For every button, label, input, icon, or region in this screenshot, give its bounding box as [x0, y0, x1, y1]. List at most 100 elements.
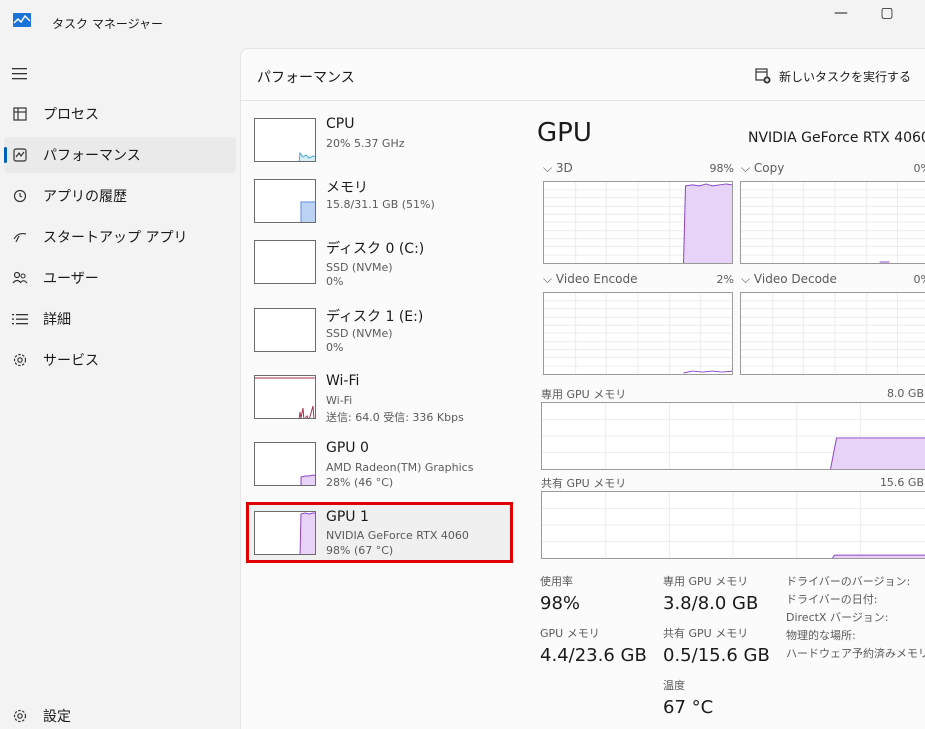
resource-item-gpu-0[interactable]: GPU 0 AMD Radeon(TM) Graphics 28% (46 °C… [246, 437, 512, 501]
disk-0-thumbnail-graph [254, 240, 316, 284]
gpu-model-name: NVIDIA GeForce RTX 4060 [748, 130, 925, 146]
page-title: パフォーマンス [257, 70, 355, 86]
gpu-0-thumbnail-graph [254, 442, 316, 486]
sidebar-item-label: パフォーマンス [43, 148, 141, 164]
resource-detail: AMD Radeon(TM) Graphics [326, 461, 474, 474]
directx-version-label: DirectX バージョン: [786, 611, 889, 624]
run-new-task-button[interactable]: 新しいタスクを実行する [755, 63, 911, 89]
sidebar-item-app-history[interactable]: アプリの履歴 [4, 178, 236, 214]
sidebar-item-performance[interactable]: パフォーマンス [4, 137, 236, 173]
resource-name: GPU 0 [326, 440, 369, 456]
physical-location-label: 物理的な場所: [786, 629, 856, 642]
settings-gear-icon [12, 708, 28, 724]
resource-item-memory[interactable]: メモリ 15.8/31.1 GB (51%) [246, 174, 512, 238]
sidebar-item-users[interactable]: ユーザー [4, 260, 236, 296]
maximize-icon: ▢ [880, 5, 894, 21]
startup-icon [12, 229, 28, 245]
engine-label: Video Decode [753, 272, 837, 286]
resource-detail: 送信: 64.0 受信: 336 Kbps [326, 411, 464, 424]
resource-name: Wi-Fi [326, 373, 360, 389]
sidebar-item-services[interactable]: サービス [4, 342, 236, 378]
resource-detail: 0% [326, 341, 344, 354]
page-header: パフォーマンス 新しいタスクを実行する · [241, 49, 925, 101]
dedicated-memory-value: 3.8/8.0 GB [663, 593, 759, 614]
resource-item-disk-1[interactable]: ディスク 1 (E:) SSD (NVMe) 0% [246, 303, 512, 367]
more-options-icon[interactable]: · [905, 65, 909, 81]
settings-label: 設定 [43, 709, 71, 725]
resource-detail: 0% [326, 275, 344, 288]
processes-icon [12, 106, 28, 122]
engine-3d-selector[interactable]: ⌵ 3D [543, 161, 573, 176]
sidebar-item-label: ユーザー [43, 271, 99, 287]
sidebar-item-label: スタートアップ アプリ [43, 230, 188, 246]
resource-item-cpu[interactable]: CPU 20% 5.37 GHz [246, 113, 512, 177]
resource-name: ディスク 0 (C:) [326, 241, 425, 257]
sidebar-item-settings[interactable]: 設定 [4, 698, 236, 729]
shared-memory-graph-label: 共有 GPU メモリ [541, 477, 627, 490]
wifi-thumbnail-graph [254, 375, 316, 419]
resource-name: メモリ [326, 180, 368, 196]
details-list-icon [12, 311, 28, 327]
minimize-icon: — [834, 5, 848, 21]
driver-version-label: ドライバーのバージョン: [786, 575, 911, 588]
resource-detail: SSD (NVMe) [326, 261, 393, 274]
title-bar: タスク マネージャー — ▢ [0, 0, 925, 46]
resource-item-wifi[interactable]: Wi-Fi Wi-Fi 送信: 64.0 受信: 336 Kbps [246, 370, 512, 434]
minimize-button[interactable]: — [818, 2, 864, 24]
engine-video-encode-graph [543, 292, 733, 375]
cpu-thumbnail-graph [254, 118, 316, 162]
engine-3d-graph [543, 181, 733, 264]
new-task-icon [755, 68, 771, 84]
sidebar-item-label: アプリの履歴 [43, 189, 127, 205]
driver-date-label: ドライバーの日付: [786, 593, 878, 606]
engine-label: Video Encode [555, 272, 638, 286]
performance-icon [12, 147, 28, 163]
usage-label: 使用率 [540, 575, 573, 588]
dedicated-memory-max: 8.0 GB [886, 387, 924, 400]
gpu-memory-label: GPU メモリ [540, 627, 600, 640]
users-icon [12, 270, 28, 286]
engine-percent: 2% [716, 273, 734, 286]
shared-memory-max: 15.6 GB [879, 476, 924, 489]
engine-copy-graph [740, 181, 925, 264]
dedicated-memory-graph [541, 402, 925, 470]
sidebar-item-processes[interactable]: プロセス [4, 96, 236, 132]
engine-label: Copy [753, 161, 785, 175]
resource-name: ディスク 1 (E:) [326, 309, 424, 325]
sidebar-item-startup-apps[interactable]: スタートアップ アプリ [4, 219, 236, 255]
task-manager-app-icon [13, 13, 31, 27]
engine-video-encode-selector[interactable]: ⌵ Video Encode [543, 272, 637, 287]
sidebar-item-details[interactable]: 詳細 [4, 301, 236, 337]
highlight-box [246, 502, 513, 563]
sidebar-item-label: プロセス [43, 107, 99, 123]
engine-label: 3D [555, 161, 573, 175]
resource-detail: 15.8/31.1 GB (51%) [326, 198, 435, 211]
engine-copy-selector[interactable]: ⌵ Copy [741, 161, 784, 176]
hardware-reserved-memory-label: ハードウェア予約済みメモリ: [786, 647, 925, 660]
window-title: タスク マネージャー [52, 17, 163, 31]
resource-item-disk-0[interactable]: ディスク 0 (C:) SSD (NVMe) 0% [246, 235, 512, 299]
sidebar-item-label: サービス [43, 353, 99, 369]
resource-detail: 28% (46 °C) [326, 476, 394, 489]
usage-value: 98% [540, 593, 581, 614]
engine-video-decode-selector[interactable]: ⌵ Video Decode [741, 272, 837, 287]
resource-detail: Wi-Fi [326, 394, 353, 407]
engine-video-decode-graph [740, 292, 925, 375]
hamburger-menu-button[interactable] [4, 60, 40, 88]
new-task-label: 新しいタスクを実行する [779, 69, 912, 84]
engine-percent: 98% [709, 162, 734, 175]
engine-percent: 0% [913, 273, 925, 286]
history-icon [12, 188, 28, 204]
engine-percent: 0% [913, 162, 925, 175]
hamburger-icon [12, 68, 27, 80]
shared-memory-graph [541, 491, 925, 559]
shared-memory-label: 共有 GPU メモリ [663, 627, 749, 640]
resource-name: CPU [326, 116, 355, 132]
maximize-button[interactable]: ▢ [864, 2, 910, 24]
resource-detail: 20% 5.37 GHz [326, 137, 405, 150]
gpu-memory-value: 4.4/23.6 GB [540, 645, 647, 666]
shared-memory-value: 0.5/15.6 GB [663, 645, 770, 666]
dedicated-memory-label: 専用 GPU メモリ [663, 575, 749, 588]
temperature-value: 67 °C [663, 697, 714, 718]
temperature-label: 温度 [663, 679, 685, 692]
